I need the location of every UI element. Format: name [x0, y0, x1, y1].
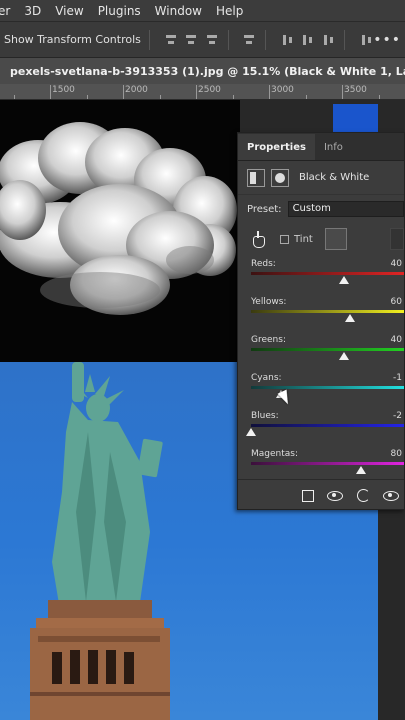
slider-value[interactable]: -2 [393, 411, 402, 421]
ruler-label: 3000 [271, 85, 294, 95]
slider-thumb[interactable] [339, 352, 349, 360]
menu-item-help[interactable]: Help [209, 4, 250, 18]
ruler-tick [233, 95, 234, 99]
slider-row: Reds: 40 [238, 254, 404, 292]
layer-mask-icon[interactable] [271, 168, 289, 187]
slider-value[interactable]: 40 [391, 335, 402, 345]
preset-row: Preset: Custom [238, 198, 404, 220]
ruler-label: 1500 [52, 85, 75, 95]
tint-label: Tint [294, 233, 313, 245]
slider-track[interactable] [251, 310, 404, 313]
cloud-image [0, 122, 237, 315]
slider-row: Yellows: 60 [238, 292, 404, 330]
slider-label: Reds: [251, 259, 276, 269]
options-bar: Show Transform Controls ••• [0, 22, 405, 58]
show-transform-controls[interactable]: Show Transform Controls [0, 33, 141, 46]
slider-value[interactable]: -1 [393, 373, 402, 383]
slider-thumb[interactable] [339, 276, 349, 284]
menu-item-window[interactable]: Window [148, 4, 209, 18]
slider-track[interactable] [251, 272, 404, 275]
slider-value[interactable]: 80 [391, 449, 402, 459]
ruler-tick [87, 95, 88, 99]
channel-sliders: Reds: 40 Yellows: 60 Greens: 40 Cyans: -1 Blues:… [238, 254, 404, 482]
align-left-icon[interactable] [164, 33, 176, 47]
align-center-icon[interactable] [184, 33, 196, 47]
tint-color-swatch[interactable] [324, 228, 347, 250]
ruler-label: 3500 [344, 85, 367, 95]
slider-label: Greens: [251, 335, 286, 345]
ruler-tick [160, 95, 161, 99]
tint-row: Tint [238, 224, 404, 254]
ruler-label: 2500 [198, 85, 221, 95]
slider-track[interactable] [251, 462, 404, 465]
ruler-tick [342, 85, 343, 99]
slider-thumb[interactable] [355, 466, 366, 474]
black-background-layer [0, 100, 240, 362]
slider-row: Cyans: -1 [238, 368, 404, 406]
menu-item-plugins[interactable]: Plugins [91, 4, 148, 18]
ruler-tick [123, 85, 124, 99]
slider-row: Greens: 40 [238, 330, 404, 368]
slider-track[interactable] [251, 348, 404, 351]
properties-panel: Properties Info Black & White Preset: Cu… [237, 132, 405, 510]
auto-button[interactable] [390, 228, 404, 250]
slider-label: Magentas: [251, 449, 298, 459]
menu-item-3d[interactable]: 3D [17, 4, 48, 18]
tab-info[interactable]: Info [315, 134, 352, 160]
distribute-icon[interactable] [242, 33, 254, 47]
targeted-adjustment-hand-icon[interactable] [250, 231, 266, 248]
slider-label: Yellows: [251, 297, 287, 307]
slider-thumb[interactable] [246, 428, 256, 436]
preset-label: Preset: [247, 203, 282, 215]
ruler-tick [379, 95, 380, 99]
slider-value[interactable]: 60 [391, 297, 402, 307]
toggle-visibility-icon[interactable] [382, 487, 400, 503]
tint-checkbox[interactable] [280, 234, 289, 244]
align-top-icon[interactable] [280, 33, 292, 47]
ruler-label: 2000 [125, 85, 148, 95]
panel-footer [238, 479, 404, 509]
ruler-tick [14, 95, 15, 99]
adjustment-name: Black & White [299, 172, 370, 183]
divider [148, 29, 150, 50]
reset-icon[interactable] [354, 487, 372, 503]
view-previous-state-icon[interactable] [326, 487, 344, 503]
menu-bar: er 3D View Plugins Window Help [0, 0, 405, 22]
slider-value[interactable]: 40 [391, 259, 402, 269]
menu-item-filter[interactable]: er [0, 4, 17, 18]
preset-dropdown[interactable]: Custom [287, 201, 404, 217]
divider [227, 29, 229, 50]
document-tab-bar: pexels-svetlana-b-3913353 (1).jpg @ 15.1… [0, 58, 405, 84]
black-white-adjustment-icon[interactable] [247, 168, 265, 187]
divider [265, 29, 266, 50]
document-tab[interactable]: pexels-svetlana-b-3913353 (1).jpg @ 15.1… [0, 58, 405, 84]
divider [343, 29, 345, 50]
clip-to-layer-icon[interactable] [298, 487, 316, 503]
align-right-icon[interactable] [205, 33, 217, 47]
ruler-tick [306, 95, 307, 99]
more-options-icon[interactable]: ••• [373, 32, 401, 48]
adjustment-layer-row: Black & White [238, 161, 404, 195]
ruler-tick [269, 85, 270, 99]
properties-tab-bar: Properties Info [238, 133, 404, 161]
horizontal-ruler[interactable]: 1500 2000 2500 3000 3500 [0, 84, 405, 100]
blue-swatch-region [333, 104, 378, 132]
slider-row: Magentas: 80 [238, 444, 404, 482]
menu-item-view[interactable]: View [48, 4, 90, 18]
slider-label: Blues: [251, 411, 279, 421]
slider-row: Blues: -2 [238, 406, 404, 444]
slider-track[interactable] [251, 386, 404, 389]
distribute-vertical-icon[interactable] [359, 33, 371, 47]
tab-properties[interactable]: Properties [238, 134, 315, 160]
slider-thumb[interactable] [345, 314, 355, 322]
ruler-tick [196, 85, 197, 99]
slider-track[interactable] [251, 424, 404, 427]
ruler-tick [50, 85, 51, 99]
align-middle-icon[interactable] [300, 33, 313, 47]
align-bottom-icon[interactable] [321, 33, 333, 47]
slider-label: Cyans: [251, 373, 282, 383]
